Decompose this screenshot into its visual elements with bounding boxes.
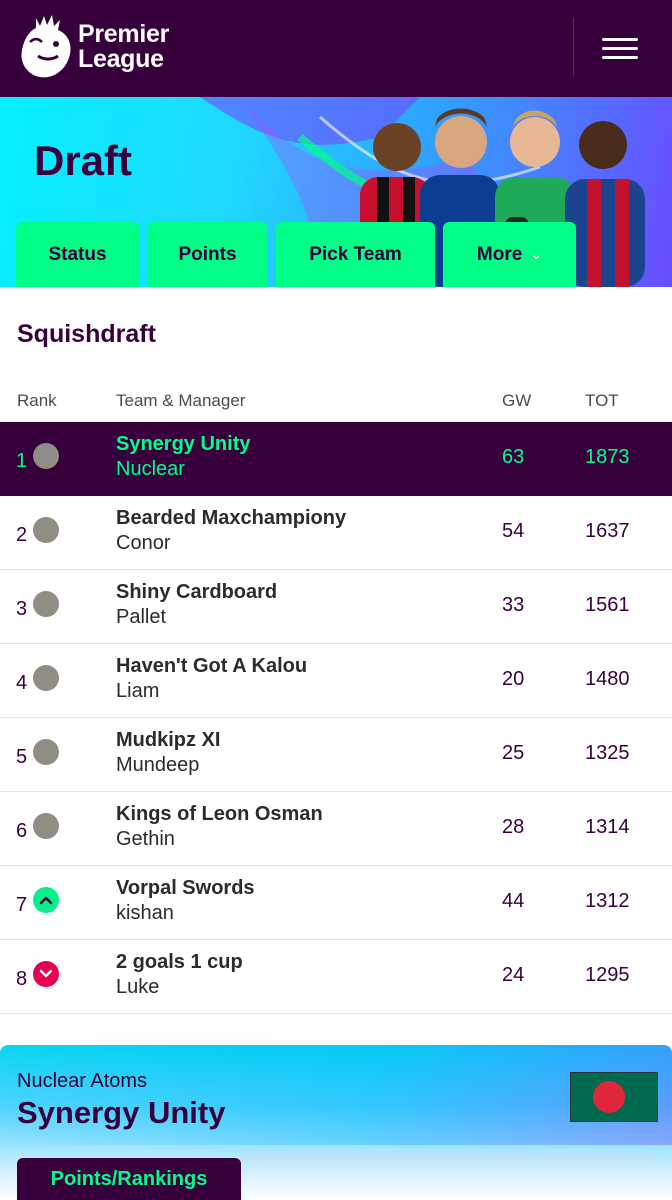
league-name: Squishdraft (17, 320, 156, 348)
table-header: Rank Team & Manager GW TOT (0, 388, 672, 422)
tab-points[interactable]: Points (148, 222, 267, 287)
top-nav-bar: Premier League (0, 0, 672, 97)
tab-more-label: More (476, 244, 523, 265)
gameweek-points: 20 (502, 668, 525, 690)
tab-pick-team[interactable]: Pick Team (276, 222, 435, 287)
bangladesh-flag-icon (570, 1072, 658, 1122)
team-name-link[interactable]: Vorpal Swords (116, 877, 255, 900)
column-header-gw: GW (502, 391, 532, 410)
rank-number: 1 (16, 450, 28, 472)
team-entry-card: Nuclear Atoms Synergy Unity Points/Ranki… (0, 1045, 672, 1200)
total-points: 1295 (585, 964, 630, 986)
rank-number: 7 (16, 894, 28, 916)
total-points: 1312 (585, 890, 630, 912)
total-points: 1480 (585, 668, 630, 690)
rank-same-icon (33, 443, 59, 469)
team-name-link[interactable]: Kings of Leon Osman (116, 803, 323, 826)
column-header-tot: TOT (585, 391, 619, 410)
hamburger-menu-icon[interactable] (602, 38, 642, 60)
entry-subtitle: Nuclear Atoms (17, 1070, 148, 1092)
logo-wordmark: Premier League (78, 22, 169, 72)
table-row[interactable]: 1 Synergy Unity Nuclear 63 1873 (0, 422, 672, 496)
team-name-link[interactable]: Shiny Cardboard (116, 581, 277, 604)
logo-line-1: Premier (78, 20, 170, 48)
rank-same-icon (33, 665, 59, 691)
rank-number: 6 (16, 820, 28, 842)
table-row[interactable]: 7 Vorpal Swords kishan 44 1312 (0, 866, 672, 940)
tab-status-label: Status (48, 244, 107, 265)
manager-name: kishan (116, 902, 174, 924)
rank-same-icon (33, 813, 59, 839)
table-row[interactable]: 5 Mudkipz XI Mundeep 25 1325 (0, 718, 672, 792)
rank-down-icon (33, 961, 59, 987)
gameweek-points: 25 (502, 742, 525, 764)
gameweek-points: 54 (502, 520, 525, 542)
manager-name: Pallet (116, 606, 167, 628)
chevron-down-icon: ⌄ (530, 246, 543, 263)
total-points: 1561 (585, 594, 630, 616)
tab-pick-team-label: Pick Team (309, 244, 402, 265)
lion-crest-icon (21, 15, 71, 78)
column-header-team-manager: Team & Manager (116, 391, 246, 410)
rank-number: 8 (16, 968, 28, 990)
team-name-link[interactable]: Mudkipz XI (116, 729, 220, 752)
tab-more[interactable]: More ⌄ (443, 222, 576, 287)
manager-name: Luke (116, 976, 160, 998)
table-row[interactable]: 8 2 goals 1 cup Luke 24 1295 (0, 940, 672, 1014)
rank-same-icon (33, 739, 59, 765)
nav-divider (573, 18, 574, 76)
table-row[interactable]: 4 Haven't Got A Kalou Liam 20 1480 (0, 644, 672, 718)
table-row[interactable]: 3 Shiny Cardboard Pallet 33 1561 (0, 570, 672, 644)
team-name-link[interactable]: Haven't Got A Kalou (116, 655, 307, 678)
rank-number: 4 (16, 672, 28, 694)
gameweek-points: 24 (502, 964, 525, 986)
gameweek-points: 63 (502, 446, 525, 468)
rank-number: 2 (16, 524, 28, 546)
draft-hero-banner: Draft Status Points Pick Team More ⌄ (0, 97, 672, 287)
manager-name: Mundeep (116, 754, 200, 776)
manager-name: Liam (116, 680, 160, 702)
tab-points-rankings[interactable]: Points/Rankings (17, 1158, 241, 1200)
tab-status[interactable]: Status (16, 222, 139, 287)
gameweek-points: 28 (502, 816, 525, 838)
table-row[interactable]: 2 Bearded Maxchampiony Conor 54 1637 (0, 496, 672, 570)
total-points: 1873 (585, 446, 630, 468)
rank-up-icon (33, 887, 59, 913)
rank-number: 3 (16, 598, 28, 620)
team-name-link[interactable]: 2 goals 1 cup (116, 951, 243, 974)
premier-league-logo[interactable]: Premier League (16, 12, 186, 84)
table-row[interactable]: 6 Kings of Leon Osman Gethin 28 1314 (0, 792, 672, 866)
total-points: 1325 (585, 742, 630, 764)
manager-name: Conor (116, 532, 171, 554)
column-header-rank: Rank (17, 391, 57, 410)
total-points: 1637 (585, 520, 630, 542)
team-name-link[interactable]: Bearded Maxchampiony (116, 507, 346, 530)
logo-line-2: League (78, 45, 164, 73)
total-points: 1314 (585, 816, 630, 838)
manager-name: Gethin (116, 828, 175, 850)
flag-red-disc (593, 1081, 625, 1113)
team-name-link[interactable]: Synergy Unity (116, 433, 250, 456)
rank-number: 5 (16, 746, 28, 768)
manager-name: Nuclear (116, 458, 185, 480)
rank-same-icon (33, 591, 59, 617)
rank-same-icon (33, 517, 59, 543)
tab-points-label: Points (178, 244, 237, 265)
entry-team-name: Synergy Unity (17, 1095, 226, 1130)
gameweek-points: 44 (502, 890, 525, 912)
gameweek-points: 33 (502, 594, 525, 616)
page-title: Draft (34, 137, 133, 184)
